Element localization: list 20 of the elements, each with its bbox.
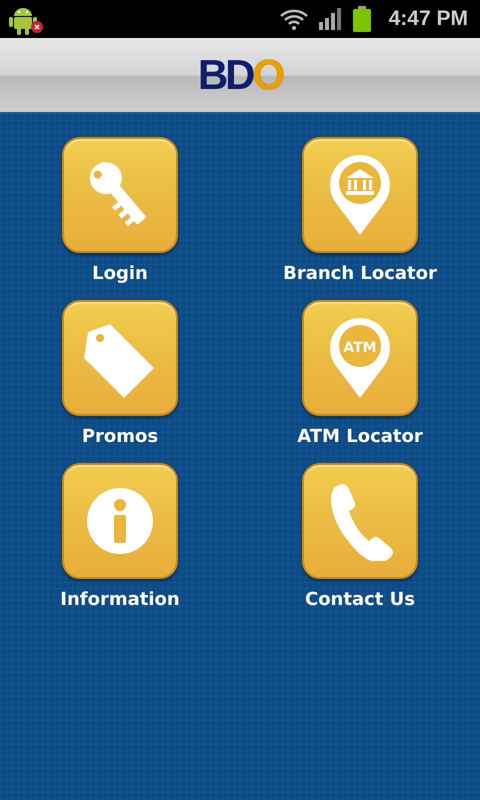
bank-pin-tile-button[interactable] xyxy=(302,137,418,253)
atm-pin-icon: ATM xyxy=(328,316,392,400)
menu-label: Contact Us xyxy=(304,589,415,610)
battery-icon xyxy=(352,6,371,32)
clock-time: 4:47 PM xyxy=(388,7,468,31)
bank-pin-icon xyxy=(328,153,392,237)
signal-icon xyxy=(318,8,343,30)
menu-label: ATM Locator xyxy=(297,426,423,447)
info-icon xyxy=(85,486,155,556)
key-tile-button[interactable] xyxy=(62,137,178,253)
menu-label: Information xyxy=(60,589,180,610)
wifi-icon xyxy=(278,7,309,31)
atm-pin-tile-button[interactable]: ATM xyxy=(302,300,418,416)
menu-label: Branch Locator xyxy=(283,263,437,284)
menu-label: Promos xyxy=(82,426,158,447)
info-tile-button[interactable] xyxy=(62,463,178,579)
phone-tile-button[interactable] xyxy=(302,463,418,579)
menu-label: Login xyxy=(92,263,148,284)
tag-tile-button[interactable] xyxy=(62,300,178,416)
bank-logo: BDO xyxy=(198,54,282,96)
